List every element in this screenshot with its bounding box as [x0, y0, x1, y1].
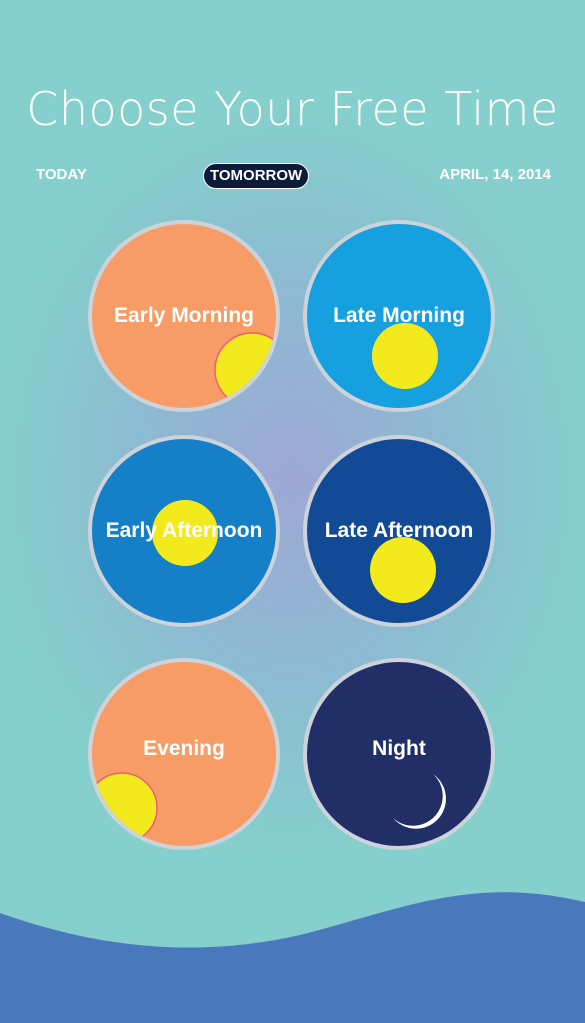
- time-slot-night[interactable]: Night: [303, 658, 495, 850]
- choose-free-time-screen: Choose Your Free Time TODAY TOMORROW APR…: [0, 0, 585, 1023]
- time-slot-label: Early Morning: [113, 304, 255, 327]
- time-slot-evening[interactable]: Evening: [88, 658, 280, 850]
- time-slot-label: Early Afternoon: [105, 519, 263, 542]
- tab-tomorrow[interactable]: TOMORROW: [203, 163, 310, 189]
- tab-today[interactable]: TODAY: [36, 163, 87, 187]
- time-slot-label: Evening: [143, 737, 225, 760]
- time-slot-early-morning[interactable]: Early Morning: [88, 220, 280, 412]
- time-slot-late-afternoon[interactable]: Late Afternoon: [303, 435, 495, 627]
- time-slot-label: Night: [372, 737, 426, 760]
- time-slot-early-afternoon[interactable]: Early Afternoon: [88, 435, 280, 627]
- wave-decoration: [0, 892, 585, 1023]
- day-tabs: TODAY TOMORROW APRIL, 14, 2014: [0, 163, 585, 189]
- time-slot-label: Late Morning: [333, 304, 465, 327]
- time-slot-label: Late Afternoon: [324, 519, 474, 542]
- date-label[interactable]: APRIL, 14, 2014: [439, 163, 551, 187]
- time-slot-late-morning[interactable]: Late Morning: [303, 220, 495, 412]
- page-title: Choose Your Free Time: [26, 82, 559, 136]
